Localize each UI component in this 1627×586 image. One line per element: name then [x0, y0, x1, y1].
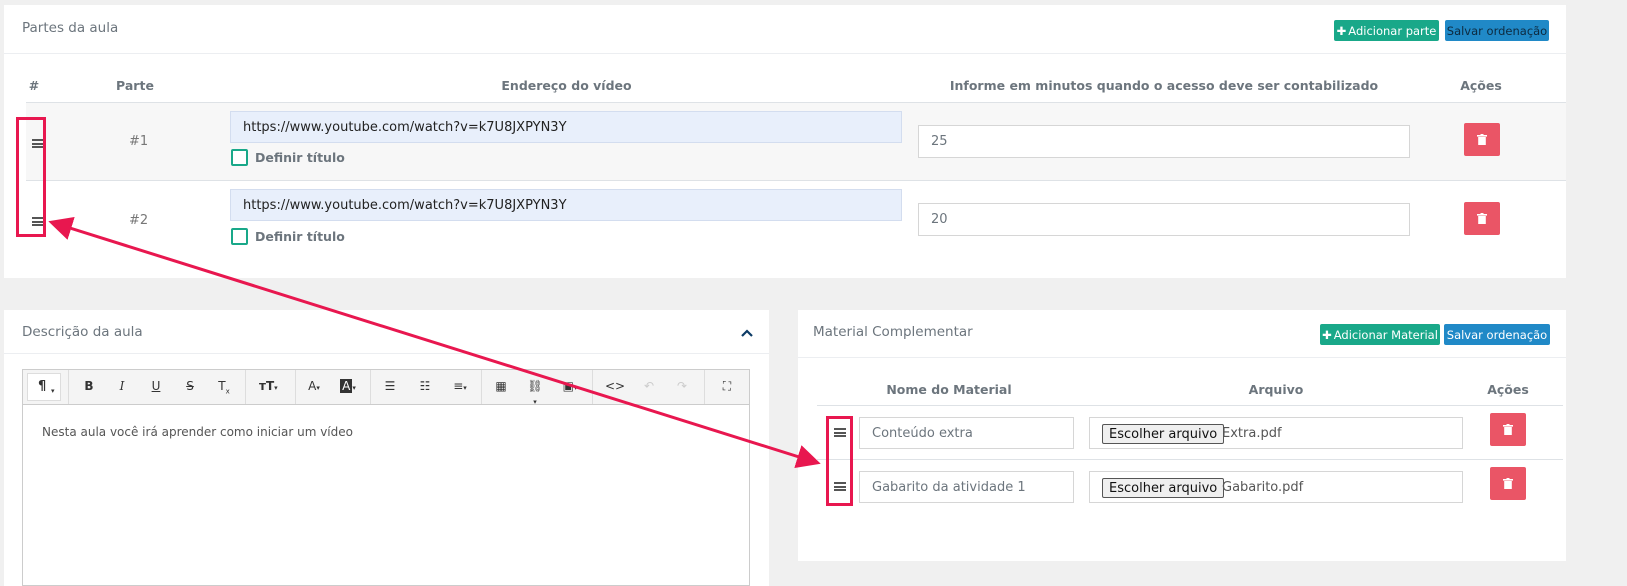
annotation-arrow	[48, 216, 821, 469]
